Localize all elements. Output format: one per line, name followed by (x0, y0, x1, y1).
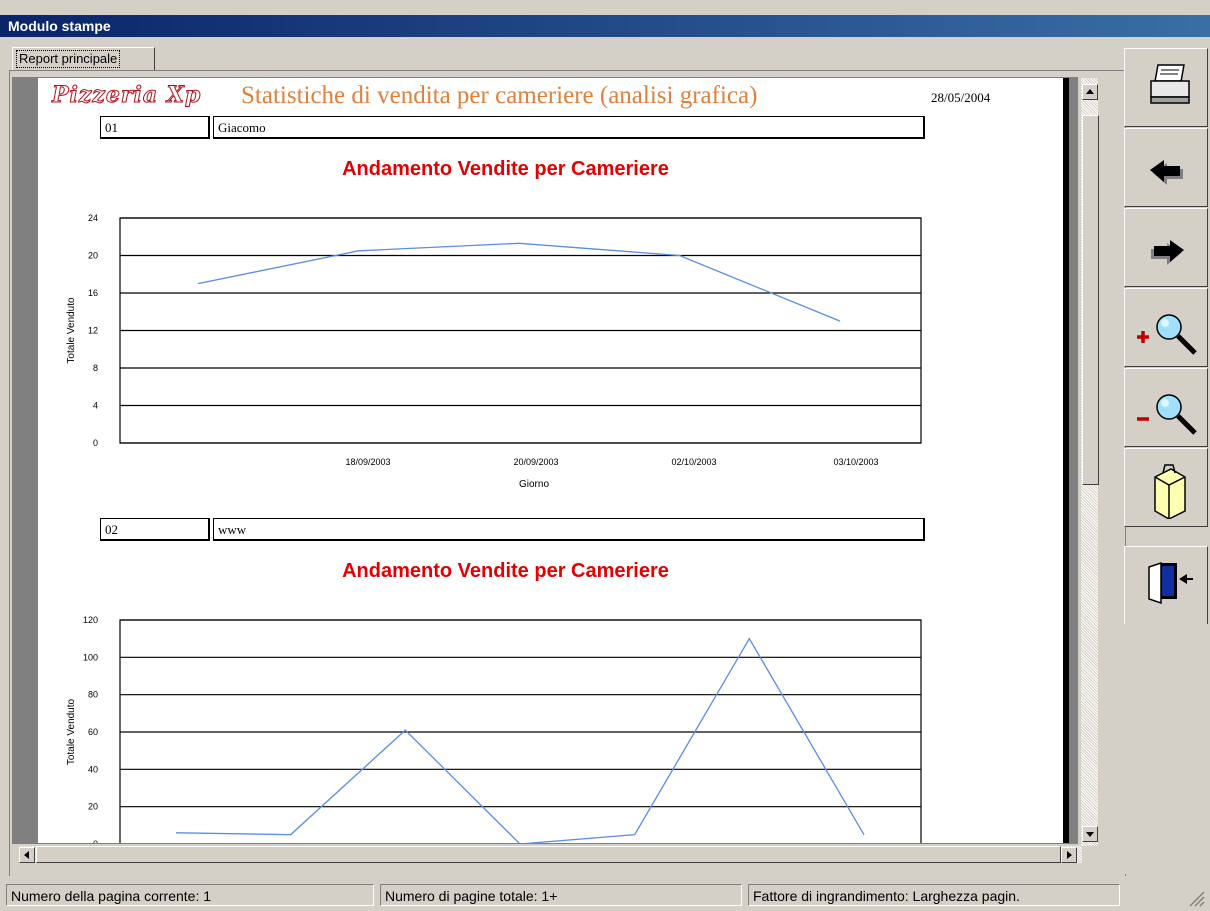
scroll-down-button[interactable] (1082, 826, 1098, 842)
toolbar-filler (1124, 624, 1208, 874)
previous-page-button[interactable] (1124, 128, 1208, 207)
horizontal-scroll-thumb[interactable] (36, 846, 1061, 863)
y-tick-label: 0 (93, 839, 98, 843)
arrow-right-icon (1067, 851, 1072, 859)
chart-title: Andamento Vendite per Cameriere (342, 158, 669, 180)
y-tick-label: 40 (88, 764, 98, 774)
y-tick-label: 8 (93, 363, 98, 373)
scroll-right-button[interactable] (1061, 847, 1077, 863)
waiter-code-field: 02 (100, 518, 210, 541)
chart-title: Andamento Vendite per Cameriere (342, 560, 669, 582)
sales-line-chart-1: 0 4 8 12 16 20 24 Totale Venduto 18/09/2003 20/09… (66, 213, 922, 490)
y-axis-label: Totale Venduto (66, 698, 77, 765)
export-icon (1154, 464, 1186, 519)
exit-button[interactable] (1124, 546, 1208, 625)
y-tick-label: 16 (88, 288, 98, 298)
series-line (175, 637, 865, 843)
waiter-name-field: Giacomo (213, 116, 925, 139)
status-current-page: Numero della pagina corrente: 1 (6, 884, 374, 906)
status-total-pages: Numero di pagine totale: 1+ (380, 884, 742, 906)
y-tick-label: 100 (83, 652, 98, 662)
next-page-button[interactable] (1124, 208, 1208, 287)
print-icon (1150, 64, 1190, 104)
y-tick-label: 4 (93, 401, 98, 411)
print-button[interactable] (1124, 48, 1208, 127)
report-page: Pizzeria Xp Statistiche di vendita per c… (38, 78, 1063, 843)
y-tick-label: 0 (93, 438, 98, 448)
zoom-in-button[interactable] (1124, 288, 1208, 367)
next-page-icon (1151, 240, 1184, 265)
tab-report-principale[interactable]: Report principale (12, 47, 155, 70)
arrow-down-icon (1086, 832, 1094, 837)
y-tick-label: 120 (83, 615, 98, 625)
vertical-scroll-thumb[interactable] (1082, 115, 1099, 485)
y-tick-label: 24 (88, 213, 98, 223)
status-zoom: Fattore di ingrandimento: Larghezza pagi… (748, 884, 1120, 906)
y-axis-label: Totale Venduto (66, 297, 77, 364)
page-shadow (1063, 78, 1069, 843)
scroll-left-button[interactable] (19, 847, 35, 863)
exit-icon (1148, 561, 1193, 605)
zoom-in-icon (1137, 314, 1197, 355)
arrow-up-icon (1086, 89, 1094, 94)
status-bar: Numero della pagina corrente: 1 Numero d… (0, 876, 1210, 911)
pizzeria-logo: Pizzeria Xp (51, 82, 202, 109)
waiter-name-field: www (213, 518, 925, 541)
window-titlebar: Modulo stampe (0, 15, 1210, 37)
resize-grip-icon[interactable] (1186, 888, 1206, 908)
scroll-up-button[interactable] (1082, 84, 1098, 100)
top-strip (0, 0, 1210, 16)
x-tick-label: 20/09/2003 (513, 457, 558, 467)
window-title: Modulo stampe (8, 18, 111, 34)
previous-page-icon (1150, 160, 1183, 185)
waiter-code-field: 01 (100, 116, 210, 139)
report-title: Statistiche di vendita per cameriere (an… (241, 82, 758, 109)
y-tick-label: 20 (88, 251, 98, 261)
x-axis-label: Giorno (519, 479, 549, 490)
x-tick-label: 02/10/2003 (671, 457, 716, 467)
report-date: 28/05/2004 (931, 90, 991, 105)
zoom-out-icon (1137, 394, 1197, 435)
arrow-left-icon (24, 851, 29, 859)
x-tick-label: 03/10/2003 (833, 457, 878, 467)
tab-label: Report principale (16, 50, 121, 68)
sales-line-chart-2: 0 20 40 60 80 100 120 Totale Venduto (66, 615, 922, 843)
zoom-out-button[interactable] (1124, 368, 1208, 447)
y-tick-label: 80 (88, 690, 98, 700)
y-tick-label: 20 (88, 802, 98, 812)
y-tick-label: 60 (88, 727, 98, 737)
x-tick-label: 18/09/2003 (345, 457, 390, 467)
y-tick-label: 12 (88, 326, 98, 336)
export-button[interactable] (1124, 448, 1208, 527)
